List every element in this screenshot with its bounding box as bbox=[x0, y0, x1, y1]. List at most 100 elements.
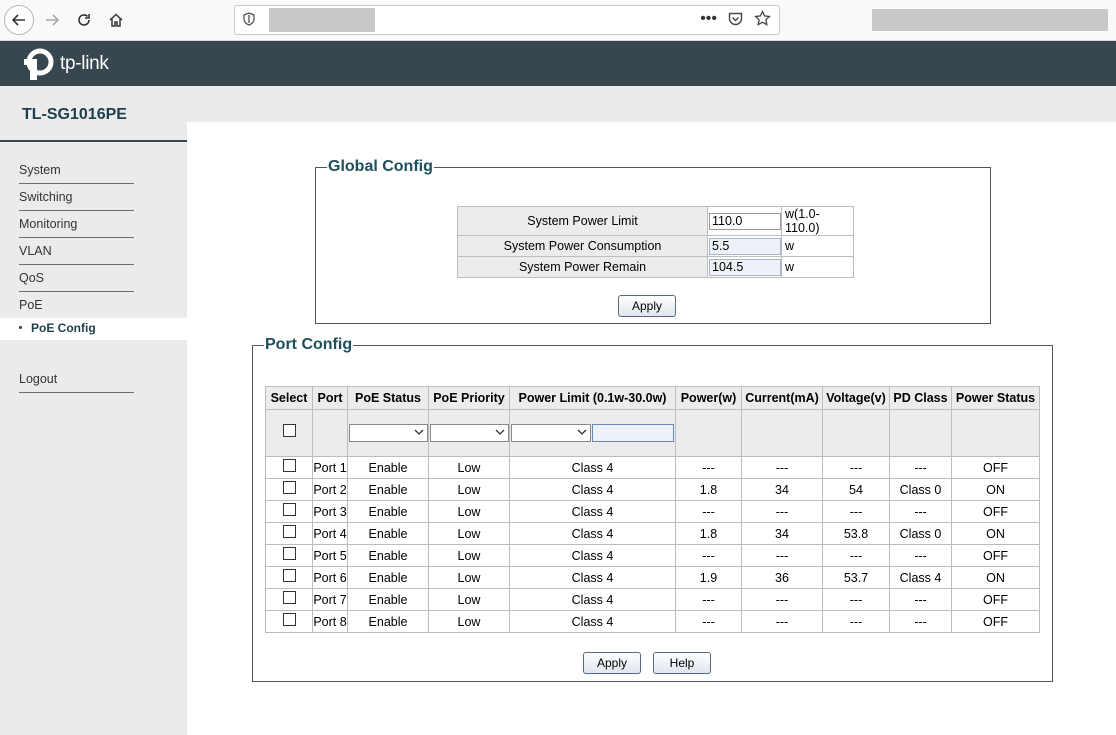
power-consumption-field bbox=[709, 237, 781, 255]
select-cell bbox=[265, 588, 313, 611]
empty-cell bbox=[741, 409, 823, 457]
col-header-pd-class: PD Class bbox=[889, 386, 952, 410]
power-remain-field bbox=[709, 258, 781, 276]
table-row: Port 8 Enable Low Class 4 --- --- --- --- OFF bbox=[265, 610, 1040, 633]
table-header-row: Select Port PoE Status PoE Priority Powe… bbox=[265, 386, 1040, 410]
poe-priority-select[interactable] bbox=[430, 424, 509, 442]
port-select-checkbox[interactable] bbox=[282, 524, 296, 538]
port-name-cell: Port 2 bbox=[312, 478, 348, 501]
help-button[interactable]: Help bbox=[653, 652, 711, 674]
port-name-cell: Port 4 bbox=[312, 522, 348, 545]
power-limit-unit: w(1.0-110.0) bbox=[781, 206, 854, 236]
bulk-limit-cell bbox=[509, 409, 676, 457]
chevron-down-icon bbox=[495, 429, 505, 435]
bulk-priority-cell bbox=[428, 409, 510, 457]
voltage-value-cell: 53.8 bbox=[822, 522, 890, 545]
sidebar-item-vlan[interactable]: VLAN bbox=[19, 238, 134, 265]
bulk-edit-row bbox=[265, 409, 1040, 457]
select-cell bbox=[265, 522, 313, 545]
port-select-checkbox[interactable] bbox=[282, 590, 296, 604]
col-header-voltage: Voltage(v) bbox=[822, 386, 890, 410]
app-header: tp-link bbox=[0, 41, 1116, 86]
port-apply-button[interactable]: Apply bbox=[583, 652, 641, 674]
current-value-cell: --- bbox=[741, 456, 823, 479]
poe-priority-cell: Low bbox=[428, 588, 510, 611]
port-select-checkbox[interactable] bbox=[282, 480, 296, 494]
power-value-cell: --- bbox=[675, 588, 742, 611]
col-header-power: Power(w) bbox=[675, 386, 742, 410]
port-select-checkbox[interactable] bbox=[282, 568, 296, 582]
sidebar-item-qos[interactable]: QoS bbox=[19, 265, 134, 292]
current-value-cell: 36 bbox=[741, 566, 823, 589]
col-header-current: Current(mA) bbox=[741, 386, 823, 410]
more-actions-icon[interactable]: ••• bbox=[700, 10, 717, 28]
current-value-cell: --- bbox=[741, 544, 823, 567]
power-value-cell: --- bbox=[675, 456, 742, 479]
global-apply-button[interactable]: Apply bbox=[618, 295, 676, 317]
power-status-cell: OFF bbox=[951, 500, 1040, 523]
sidebar-item-switching[interactable]: Switching bbox=[19, 184, 134, 211]
select-all-checkbox[interactable] bbox=[282, 424, 296, 438]
empty-cell bbox=[312, 409, 348, 457]
table-row: Port 2 Enable Low Class 4 1.8 34 54 Class 0 ON bbox=[265, 478, 1040, 501]
port-name-cell: Port 3 bbox=[312, 500, 348, 523]
poe-status-cell: Enable bbox=[347, 610, 429, 633]
power-limit-cell: Class 4 bbox=[509, 500, 676, 523]
port-select-checkbox[interactable] bbox=[282, 546, 296, 560]
global-config-table: System Power Limit w(1.0-110.0) System P… bbox=[457, 206, 854, 278]
content-top-band bbox=[187, 86, 1116, 122]
table-row: Port 1 Enable Low Class 4 --- --- --- --- OFF bbox=[265, 456, 1040, 479]
power-limit-cell: Class 4 bbox=[509, 522, 676, 545]
sidebar-subitem-poe-config[interactable]: PoE Config bbox=[0, 318, 187, 340]
power-consumption-row: System Power Consumption w bbox=[457, 235, 854, 257]
power-remain-unit: w bbox=[781, 256, 854, 278]
pd-class-cell: --- bbox=[889, 500, 952, 523]
power-value-cell: 1.8 bbox=[675, 522, 742, 545]
chevron-down-icon bbox=[414, 429, 424, 435]
power-status-cell: OFF bbox=[951, 456, 1040, 479]
reload-icon[interactable] bbox=[70, 6, 98, 34]
power-value-cell: --- bbox=[675, 500, 742, 523]
power-limit-value-input[interactable] bbox=[592, 424, 674, 442]
address-bar[interactable]: ••• bbox=[234, 5, 780, 35]
port-name-cell: Port 5 bbox=[312, 544, 348, 567]
power-limit-select[interactable] bbox=[511, 424, 591, 442]
power-limit-label: System Power Limit bbox=[457, 206, 708, 236]
sidebar-item-monitoring[interactable]: Monitoring bbox=[19, 211, 134, 238]
power-limit-cell: Class 4 bbox=[509, 588, 676, 611]
voltage-value-cell: --- bbox=[822, 588, 890, 611]
pocket-icon[interactable] bbox=[728, 12, 743, 29]
table-row: Port 5 Enable Low Class 4 --- --- --- --- OFF bbox=[265, 544, 1040, 567]
col-header-poe-priority: PoE Priority bbox=[428, 386, 510, 410]
port-select-checkbox[interactable] bbox=[282, 612, 296, 626]
home-icon[interactable] bbox=[102, 6, 130, 34]
power-status-cell: OFF bbox=[951, 610, 1040, 633]
power-status-cell: OFF bbox=[951, 544, 1040, 567]
power-limit-row: System Power Limit w(1.0-110.0) bbox=[457, 206, 854, 236]
sidebar-item-system[interactable]: System bbox=[19, 157, 134, 184]
power-limit-input[interactable] bbox=[709, 212, 781, 230]
sidebar: TL-SG1016PE System Switching Monitoring … bbox=[0, 86, 187, 735]
port-select-checkbox[interactable] bbox=[282, 458, 296, 472]
power-status-cell: ON bbox=[951, 566, 1040, 589]
col-header-port: Port bbox=[312, 386, 348, 410]
back-icon[interactable] bbox=[4, 5, 34, 35]
poe-priority-cell: Low bbox=[428, 500, 510, 523]
poe-status-select[interactable] bbox=[349, 424, 428, 442]
pd-class-cell: --- bbox=[889, 610, 952, 633]
empty-cell bbox=[951, 409, 1040, 457]
select-cell bbox=[265, 610, 313, 633]
poe-status-cell: Enable bbox=[347, 500, 429, 523]
bookmark-star-icon[interactable] bbox=[754, 9, 771, 30]
sidebar-item-poe[interactable]: PoE bbox=[19, 292, 134, 318]
port-select-checkbox[interactable] bbox=[282, 502, 296, 516]
shield-icon[interactable] bbox=[243, 12, 255, 29]
url-redacted bbox=[269, 8, 375, 32]
power-value-cell: 1.9 bbox=[675, 566, 742, 589]
tp-link-logo: tp-link bbox=[20, 46, 109, 82]
forward-icon[interactable] bbox=[38, 6, 66, 34]
chevron-down-icon bbox=[577, 429, 587, 435]
power-consumption-label: System Power Consumption bbox=[457, 235, 708, 257]
poe-priority-cell: Low bbox=[428, 566, 510, 589]
sidebar-item-logout[interactable]: Logout bbox=[19, 366, 134, 393]
